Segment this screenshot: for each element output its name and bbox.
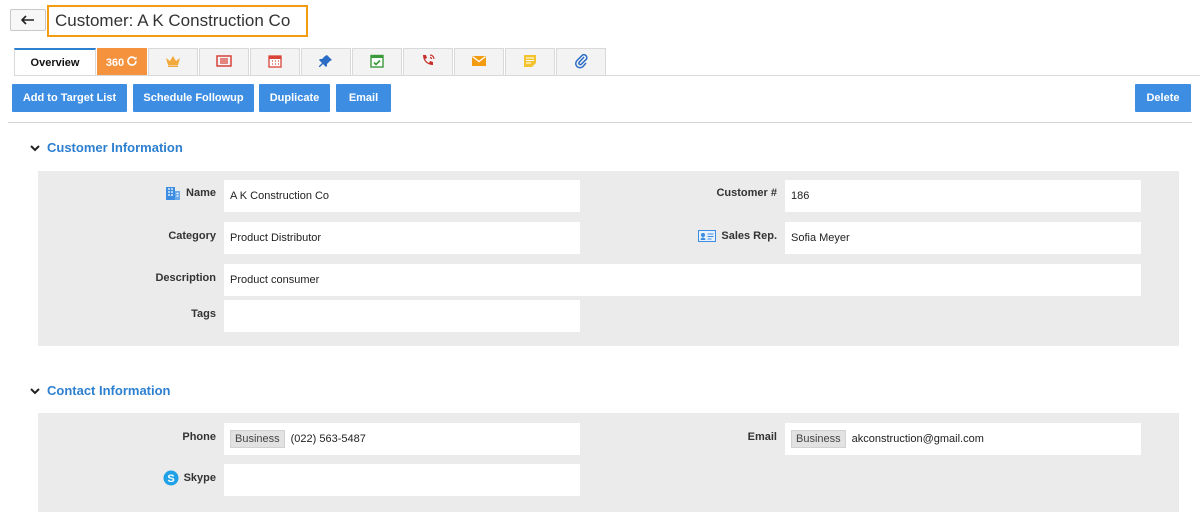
schedule-followup-button[interactable]: Schedule Followup [133,84,254,112]
tab-360[interactable]: 360 [97,48,147,76]
email-field[interactable]: Business akconstruction@gmail.com [785,423,1141,455]
tab-overview[interactable]: Overview [14,48,96,76]
category-field[interactable]: Product Distributor [224,222,580,254]
contact-info-panel: Phone Business (022) 563-5487 Email Busi… [38,413,1179,512]
sales-rep-field[interactable]: Sofia Meyer [785,222,1141,254]
customer-info-header[interactable]: Customer Information [30,140,183,155]
tags-field[interactable] [224,300,580,332]
paperclip-icon [574,53,588,72]
tab-attachments[interactable] [556,48,606,76]
email-label: Email [747,431,777,443]
customer-number-field[interactable]: 186 [785,180,1141,212]
skype-field[interactable] [224,464,580,496]
back-button[interactable] [10,9,46,31]
sales-rep-label: Sales Rep. [658,227,777,245]
page-title: Customer: A K Construction Co [47,5,308,37]
sales-rep-label-text: Sales Rep. [721,230,777,242]
description-field[interactable]: Product consumer [224,264,1141,296]
chevron-down-icon [30,140,40,155]
email-type-badge: Business [791,430,846,448]
description-label: Description [155,272,216,284]
tab-pins[interactable] [301,48,351,76]
category-label: Category [168,230,216,242]
phone-type-badge: Business [230,430,285,448]
tags-label: Tags [191,308,216,320]
skype-label-text: Skype [183,472,216,484]
tab-events[interactable] [250,48,300,76]
tab-emails[interactable] [454,48,504,76]
id-card-icon [698,230,717,242]
phone-call-icon [420,53,436,72]
tab-divider [14,75,1200,76]
back-arrow-icon [21,15,35,25]
building-icon [165,186,181,200]
skype-label: S Skype [138,469,216,487]
mail-icon [471,55,487,70]
contact-info-header[interactable]: Contact Information [30,383,171,398]
tab-calls[interactable] [403,48,453,76]
skype-icon: S [163,470,179,486]
svg-text:S: S [167,473,174,485]
tab-quotes[interactable] [199,48,249,76]
phone-field[interactable]: Business (022) 563-5487 [224,423,580,455]
tab-360-label: 360 [105,56,125,69]
customer-info-heading: Customer Information [47,140,183,155]
customer-info-panel: Name A K Construction Co Customer # 186 … [38,171,1179,346]
delete-button[interactable]: Delete [1135,84,1191,112]
name-label-text: Name [186,187,216,199]
refresh-icon [126,55,138,70]
list-icon [216,55,232,70]
phone-value: (022) 563-5487 [290,433,366,445]
customer-number-label: Customer # [716,187,777,199]
tab-tasks[interactable] [352,48,402,76]
toolbar-divider [8,122,1192,123]
tab-notes[interactable] [505,48,555,76]
tab-opportunities[interactable] [148,48,198,76]
add-to-target-list-button[interactable]: Add to Target List [12,84,127,112]
chevron-down-icon [30,383,40,398]
note-icon [523,54,537,71]
name-label: Name [138,184,216,202]
tab-bar: Overview 360 [14,48,607,76]
calendar-icon [268,54,282,71]
name-field[interactable]: A K Construction Co [224,180,580,212]
contact-info-heading: Contact Information [47,383,171,398]
email-button[interactable]: Email [336,84,391,112]
pin-icon [319,54,333,71]
phone-label: Phone [182,431,216,443]
crown-icon [165,55,181,70]
duplicate-button[interactable]: Duplicate [259,84,330,112]
task-check-icon [370,54,384,71]
email-value: akconstruction@gmail.com [851,433,984,445]
